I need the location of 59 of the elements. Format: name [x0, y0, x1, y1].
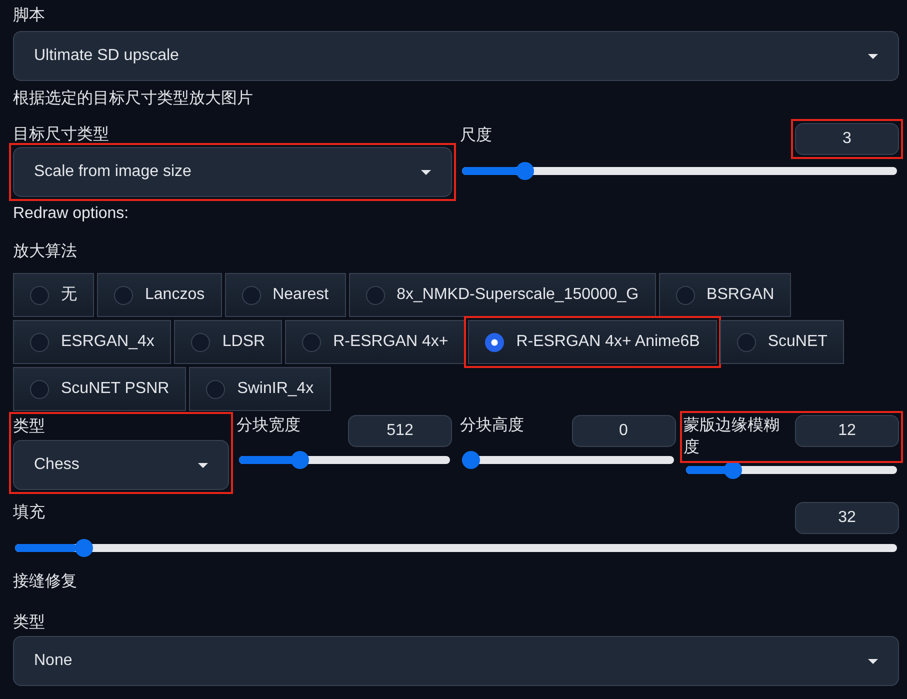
field-label: 放大算法 — [13, 242, 78, 262]
number-field[interactable]: 0 — [572, 415, 676, 447]
radio-option[interactable]: ScuNET — [720, 320, 844, 364]
radio-option[interactable]: Lanczos — [97, 273, 222, 317]
radio-option[interactable]: ScuNET PSNR — [13, 367, 186, 411]
slider-thumb[interactable] — [462, 451, 480, 469]
radio-option[interactable]: R-ESRGAN 4x+ Anime6B — [468, 320, 717, 364]
radio-circle[interactable] — [114, 286, 133, 304]
caret-icon — [198, 462, 208, 468]
field-label: 填充 — [13, 502, 45, 523]
slider-thumb[interactable] — [290, 451, 309, 469]
caret-icon — [868, 54, 878, 58]
description-text: 根据选定的目标尺寸类型放大图片 — [13, 88, 253, 109]
radio-option[interactable]: BSRGAN — [658, 273, 792, 317]
number-field[interactable]: 12 — [795, 415, 899, 447]
field-label: 类型 — [13, 416, 45, 437]
dropdown-select[interactable]: Chess — [13, 440, 228, 490]
field-label: 分块高度 — [460, 416, 524, 436]
radio-circle[interactable] — [485, 332, 504, 352]
section-label: Redraw options: — [13, 204, 130, 224]
number-field[interactable]: 32 — [795, 502, 899, 534]
radio-circle[interactable] — [242, 286, 261, 304]
field-label: 类型 — [13, 612, 45, 633]
radio-circle[interactable] — [30, 380, 49, 398]
dropdown-select[interactable]: Ultimate SD upscale — [13, 31, 899, 81]
radio-option[interactable]: Nearest — [224, 273, 346, 317]
field-label: 目标尺寸类型 — [13, 124, 109, 145]
radio-circle[interactable] — [736, 332, 756, 352]
caret-icon — [868, 658, 878, 664]
radio-circle[interactable] — [676, 286, 695, 304]
radio-circle[interactable] — [206, 380, 226, 398]
section-label: 接缝修复 — [13, 572, 78, 592]
slider-track[interactable] — [686, 461, 897, 479]
radio-option[interactable]: 无 — [13, 273, 94, 317]
radio-option[interactable]: 8x_NMKD-Superscale_150000_G — [348, 273, 656, 317]
dropdown-select[interactable]: None — [13, 636, 899, 686]
field-label: 分块宽度 — [236, 416, 300, 436]
radio-circle[interactable] — [302, 332, 322, 352]
slider-track[interactable] — [462, 162, 897, 180]
slider-track[interactable] — [462, 451, 674, 469]
field-label: 蒙版边缘模糊度 — [684, 416, 780, 458]
radio-option[interactable]: SwinIR_4x — [189, 367, 331, 411]
radio-option[interactable]: ESRGAN_4x — [13, 320, 172, 364]
slider-thumb[interactable] — [516, 162, 534, 180]
radio-circle[interactable] — [30, 332, 49, 352]
slider-track[interactable] — [15, 539, 897, 557]
radio-circle[interactable] — [191, 332, 210, 352]
dropdown-select[interactable]: Scale from image size — [13, 147, 452, 197]
radio-circle[interactable] — [366, 286, 385, 304]
slider-track[interactable] — [238, 451, 450, 469]
slider-thumb[interactable] — [75, 539, 94, 557]
radio-option[interactable]: LDSR — [174, 320, 282, 364]
number-field[interactable]: 3 — [795, 123, 899, 155]
caret-icon — [421, 170, 431, 174]
radio-option[interactable]: R-ESRGAN 4x+ — [285, 320, 466, 364]
number-field[interactable]: 512 — [348, 415, 452, 447]
field-label: 尺度 — [460, 126, 492, 146]
field-label: 脚本 — [13, 6, 45, 26]
radio-circle[interactable] — [30, 286, 49, 304]
